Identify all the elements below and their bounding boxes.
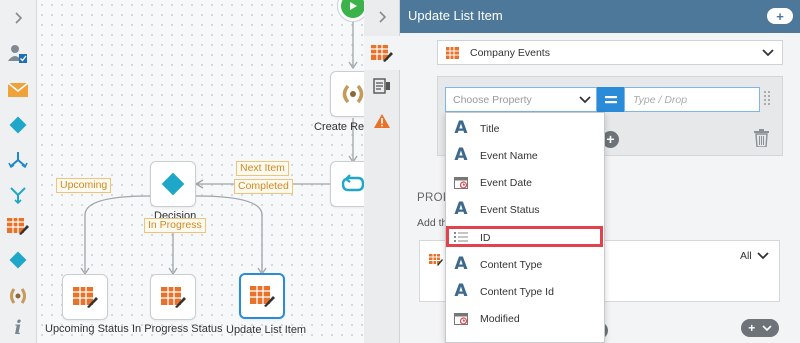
- update-list-item-node[interactable]: [239, 273, 285, 319]
- trash-icon[interactable]: [754, 129, 769, 150]
- value-input[interactable]: Type / Drop: [624, 87, 760, 112]
- in-progress-status-label: In Progress Status: [132, 323, 223, 335]
- collapse-chevron-icon[interactable]: [6, 6, 30, 30]
- list-select[interactable]: Company Events: [437, 40, 783, 65]
- chevron-down-icon: [762, 48, 774, 61]
- play-icon: [341, 0, 365, 18]
- in-progress-status-node[interactable]: [150, 274, 196, 320]
- panel-tab-strip: [364, 0, 400, 343]
- update-list-item-icon: [250, 286, 275, 307]
- properties-section-hint: Add th: [417, 217, 448, 229]
- add-field-menu-button[interactable]: +: [741, 319, 779, 337]
- expand-chevron-icon[interactable]: [375, 10, 389, 27]
- field-filter-value: All: [740, 250, 752, 262]
- update-list-item-icon: [73, 287, 98, 308]
- email-icon[interactable]: [6, 78, 30, 102]
- merge-branch-icon[interactable]: [6, 183, 30, 207]
- form-icon: [373, 78, 390, 94]
- update-list-item-icon: [371, 45, 393, 62]
- split-branch-icon[interactable]: [6, 148, 30, 172]
- dropdown-option-event-status[interactable]: A Event Status: [446, 196, 604, 223]
- condition-icon[interactable]: [6, 248, 30, 272]
- web-request-icon: [342, 84, 364, 104]
- text-icon: A: [454, 281, 468, 301]
- dropdown-option-title[interactable]: A Title: [446, 115, 604, 142]
- dropdown-option-event-name[interactable]: A Event Name: [446, 142, 604, 169]
- chevron-down-icon[interactable]: [757, 251, 769, 264]
- loop-icon: [341, 174, 365, 192]
- text-icon: A: [454, 199, 468, 219]
- decision-node[interactable]: [150, 161, 196, 207]
- decision-icon[interactable]: [6, 113, 30, 137]
- highlight-box: [446, 226, 603, 247]
- field-filter-select[interactable]: All: [740, 250, 752, 262]
- tab-properties[interactable]: [364, 36, 400, 70]
- decision-icon: [161, 172, 185, 196]
- assign-task-icon[interactable]: [6, 42, 30, 66]
- text-icon: A: [454, 254, 468, 274]
- text-icon: A: [454, 145, 468, 165]
- next-item-tag: Next Item: [236, 161, 289, 176]
- property-select[interactable]: Choose Property: [445, 87, 597, 112]
- panel-header: Update List Item +: [400, 0, 800, 33]
- tool-palette: i: [0, 0, 37, 343]
- dropdown-option-event-date[interactable]: Event Date: [446, 169, 604, 196]
- chevron-down-icon: [762, 325, 772, 332]
- in-progress-tag: In Progress: [144, 218, 206, 233]
- chevron-down-icon: [579, 95, 591, 108]
- tab-description[interactable]: [373, 78, 391, 97]
- dropdown-option-content-type[interactable]: A Content Type: [446, 251, 604, 278]
- property-select-placeholder: Choose Property: [453, 94, 532, 106]
- tab-warnings[interactable]: [373, 113, 391, 132]
- completed-tag: Completed: [234, 179, 293, 194]
- list-icon: [446, 47, 459, 62]
- update-list-item-icon: [161, 287, 186, 308]
- calendar-icon: [451, 308, 471, 328]
- add-button[interactable]: +: [767, 8, 793, 24]
- info-icon[interactable]: i: [6, 316, 30, 340]
- update-list-item-icon[interactable]: [6, 214, 30, 238]
- warning-icon: [374, 114, 390, 128]
- calendar-icon: [451, 172, 471, 192]
- upcoming-tag: Upcoming: [56, 178, 112, 193]
- upcoming-status-node[interactable]: [62, 274, 108, 320]
- list-select-value: Company Events: [470, 47, 550, 59]
- upcoming-status-label: Upcoming Status: [45, 323, 129, 335]
- dropdown-option-modified[interactable]: Modified: [446, 305, 604, 332]
- plus-icon: +: [748, 321, 756, 335]
- equals-operator-button[interactable]: [597, 87, 624, 112]
- update-list-item-icon: [429, 253, 443, 269]
- text-icon: A: [454, 118, 468, 138]
- drag-handle-icon[interactable]: [762, 89, 772, 109]
- workflow-canvas[interactable]: Create Refe Decision Next Item Completed…: [37, 0, 376, 343]
- dropdown-option-content-type-id[interactable]: A Content Type Id: [446, 278, 604, 305]
- value-input-placeholder: Type / Drop: [633, 94, 688, 106]
- web-request-icon[interactable]: [6, 284, 30, 308]
- panel-title: Update List Item: [408, 8, 503, 23]
- update-list-item-label: Update List Item: [226, 324, 307, 336]
- equals-icon: [604, 95, 617, 103]
